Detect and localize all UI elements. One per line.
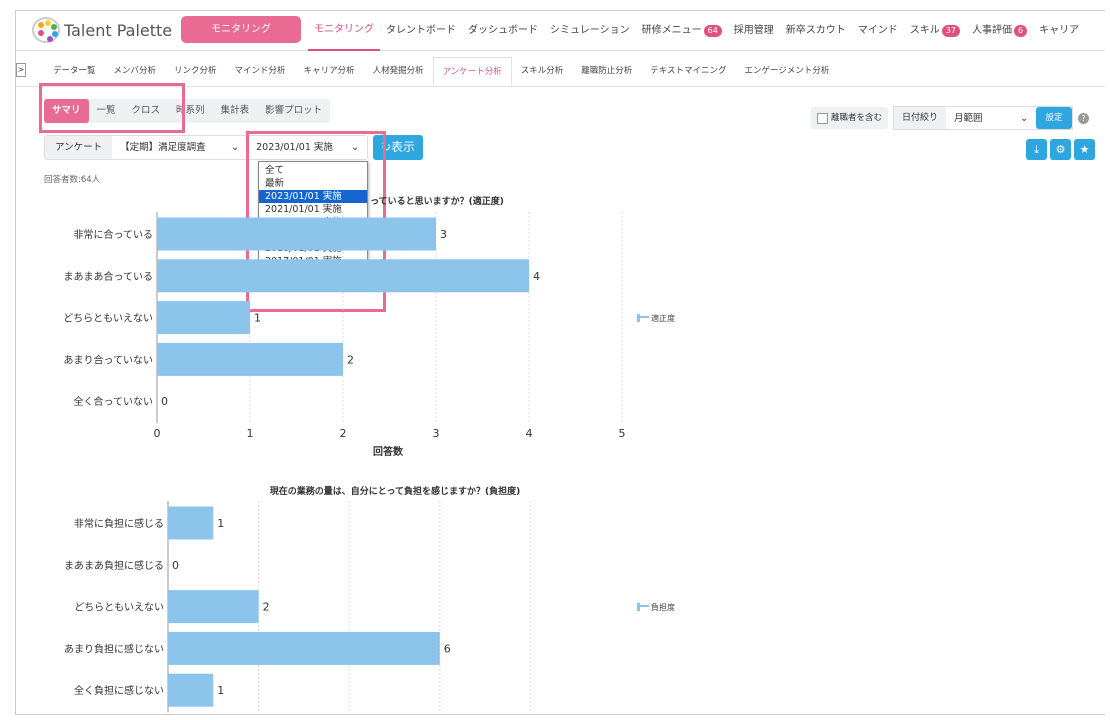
category-label: まあまあ合っている bbox=[64, 270, 154, 283]
category-label: あまり負担に感じない bbox=[64, 642, 164, 655]
bar[interactable] bbox=[157, 342, 343, 376]
data-label: 2 bbox=[263, 601, 270, 614]
category-label: 非常に負担に感じる bbox=[74, 517, 164, 530]
tick-label: 1 bbox=[247, 427, 254, 440]
data-label: 3 bbox=[440, 228, 447, 241]
data-label: 0 bbox=[172, 559, 179, 572]
category-label: 全く負担に感じない bbox=[74, 684, 164, 697]
tick-label: 2 bbox=[340, 427, 347, 440]
charts: っていると思いますか？(適正度) 非常に合っている 3 まあまあ合っている 4 どちらとも… bbox=[63, 195, 675, 713]
category-label: どちらともいえない bbox=[63, 313, 153, 325]
legend-icon bbox=[637, 605, 649, 607]
data-label: 1 bbox=[254, 312, 261, 325]
bar[interactable] bbox=[168, 631, 440, 665]
bar[interactable] bbox=[168, 590, 259, 624]
tick-label: 3 bbox=[433, 427, 440, 440]
tick-label: 4 bbox=[526, 427, 533, 440]
category-label: どちらともいえない bbox=[74, 602, 164, 614]
tick-label: 5 bbox=[619, 427, 626, 440]
data-label: 0 bbox=[161, 395, 168, 408]
data-label: 4 bbox=[533, 270, 540, 283]
tick-label: 0 bbox=[154, 427, 161, 440]
bar[interactable] bbox=[157, 217, 436, 251]
category-label: まあまあ負担に感じる bbox=[64, 559, 164, 572]
chart-title: 現在の業務の量は、自分にとって負担を感じますか？(負担度) bbox=[270, 485, 521, 497]
bar[interactable] bbox=[157, 259, 529, 293]
bar[interactable] bbox=[168, 506, 214, 540]
legend-label[interactable]: 適正度 bbox=[651, 313, 675, 323]
chart-title: っていると思いますか？(適正度) bbox=[370, 195, 504, 207]
legend-icon bbox=[637, 316, 649, 318]
data-label: 6 bbox=[444, 642, 451, 655]
category-label: 全く合っていない bbox=[74, 395, 154, 408]
x-axis-label: 回答数 bbox=[373, 445, 404, 458]
legend-label[interactable]: 負担度 bbox=[651, 602, 675, 612]
bar[interactable] bbox=[168, 673, 214, 707]
category-label: あまり合っていない bbox=[64, 353, 154, 366]
data-label: 1 bbox=[217, 517, 224, 530]
category-label: 非常に合っている bbox=[74, 228, 154, 241]
data-label: 2 bbox=[347, 353, 354, 366]
bar[interactable] bbox=[157, 301, 250, 335]
data-label: 1 bbox=[217, 684, 224, 697]
